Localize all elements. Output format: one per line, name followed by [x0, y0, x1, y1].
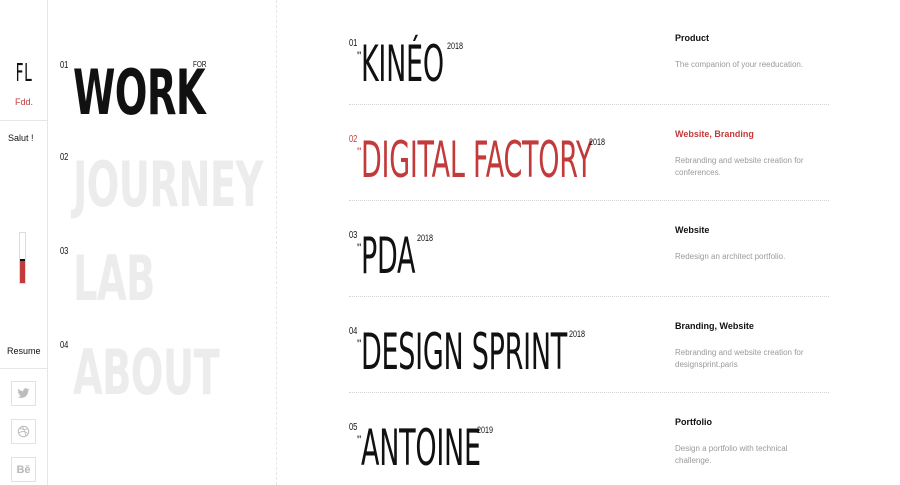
nav-label: JOURNEY — [73, 148, 263, 221]
nav-number: 02 — [60, 152, 69, 163]
project-description: Rebranding and website creation for conf… — [675, 156, 804, 177]
project-item[interactable]: 01 " KINÉO 2018 Product The companion of… — [349, 9, 829, 105]
scroll-progress-marker — [20, 258, 25, 261]
dribbble-icon[interactable] — [11, 419, 36, 444]
project-item[interactable]: 03 " PDA 2018 Website Redesign an archit… — [349, 201, 829, 297]
project-category: Website — [675, 225, 710, 235]
twitter-icon[interactable] — [11, 381, 36, 406]
nav-number: 04 — [60, 340, 69, 351]
project-number: 01 — [349, 38, 358, 49]
nav-for-label: FOR — [193, 60, 207, 69]
project-category: Website, Branding — [675, 129, 754, 139]
greeting-text: Salut ! — [8, 133, 34, 143]
behance-icon[interactable]: Bē — [11, 457, 36, 482]
behance-icon-glyph: Bē — [16, 463, 31, 476]
side-rail: FL Fdd. Salut ! Resume Bē — [0, 0, 48, 485]
nav-number: 03 — [60, 246, 69, 257]
project-year: 2018 — [569, 329, 586, 339]
project-description: Design a portfolio with technical challe… — [675, 444, 788, 465]
scroll-progress — [19, 232, 26, 284]
project-title: KINÉO — [361, 35, 444, 93]
nav-label: ABOUT — [73, 336, 220, 409]
logo[interactable]: FL — [11, 58, 37, 87]
project-description: The companion of your reeducation. — [675, 60, 804, 69]
divider — [0, 120, 48, 121]
logo-subtitle: Fdd. — [14, 97, 33, 107]
scroll-progress-fill — [20, 260, 25, 283]
project-title: DIGITAL FACTORY — [361, 131, 593, 189]
project-category: Branding, Website — [675, 321, 754, 331]
main-navigation: 01 WORK FOR 02 JOURNEY 03 LAB 04 ABOUT — [49, 0, 277, 485]
project-category: Product — [675, 33, 710, 43]
project-title: ANTOINE — [361, 419, 481, 477]
project-year: 2018 — [417, 233, 434, 243]
project-year: 2018 — [589, 137, 606, 147]
nav-number: 01 — [60, 60, 69, 71]
project-description: Redesign an architect portfolio. — [675, 252, 786, 261]
resume-link[interactable]: Resume — [7, 346, 41, 356]
project-number: 04 — [349, 326, 358, 337]
project-category: Portfolio — [675, 417, 712, 427]
nav-label: LAB — [73, 242, 155, 315]
project-item[interactable]: 04 " DESIGN SPRINT 2018 Branding, Websit… — [349, 297, 829, 393]
project-number: 03 — [349, 230, 358, 241]
project-year: 2018 — [447, 41, 464, 51]
project-number: 02 — [349, 134, 358, 145]
divider — [0, 368, 48, 369]
project-number: 05 — [349, 422, 358, 433]
project-title: PDA — [361, 227, 416, 285]
project-item[interactable]: 02 " DIGITAL FACTORY 2018 Website, Brand… — [349, 105, 829, 201]
project-item[interactable]: 05 " ANTOINE 2019 Portfolio Design a por… — [349, 393, 829, 485]
project-title: DESIGN SPRINT — [361, 323, 567, 381]
project-year: 2019 — [477, 425, 494, 435]
nav-label: WORK — [73, 56, 206, 129]
project-description: Rebranding and website creation for desi… — [675, 348, 804, 369]
